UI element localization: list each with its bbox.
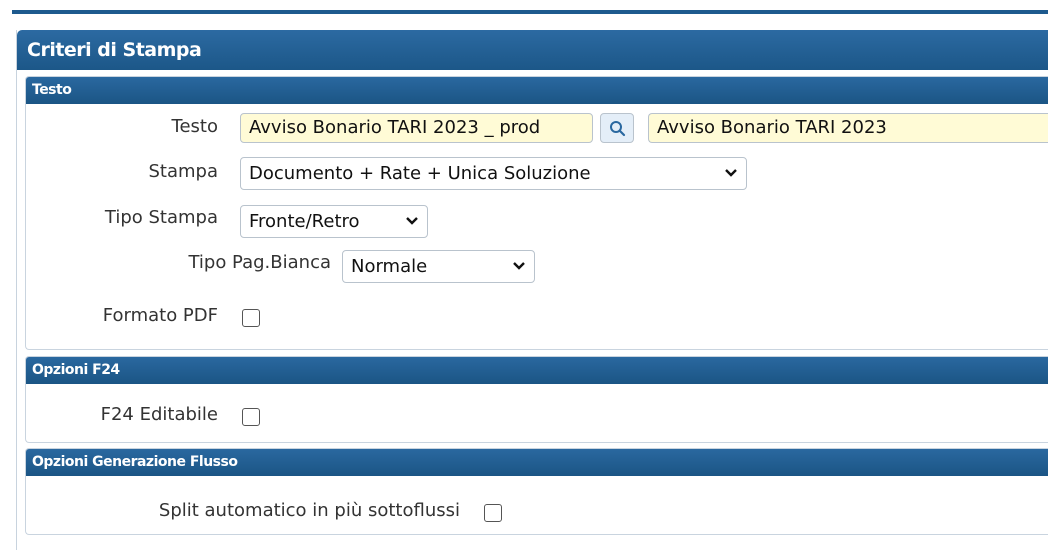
testo-description-input[interactable]: Avviso Bonario TARI 2023	[648, 113, 1048, 143]
chevron-down-icon	[725, 169, 737, 177]
tipo-pag-bianca-select[interactable]: Normale	[342, 250, 535, 283]
search-icon	[610, 121, 626, 137]
f24-editabile-checkbox[interactable]	[242, 408, 260, 426]
chevron-down-icon	[406, 217, 418, 225]
section-testo: Testo Testo Avviso Bonario TARI 2023 _ p…	[25, 76, 1048, 350]
stampa-label: Stampa	[148, 161, 218, 182]
testo-code-input[interactable]: Avviso Bonario TARI 2023 _ prod	[240, 113, 593, 143]
section-opzioni-generazione-flusso: Opzioni Generazione Flusso Split automat…	[25, 448, 1048, 535]
print-criteria-panel: Criteri di Stampa Testo Testo Avviso Bon…	[16, 30, 1048, 550]
top-border-line	[12, 10, 1048, 14]
panel-title: Criteri di Stampa	[17, 30, 1048, 70]
tipo-stampa-select-value: Fronte/Retro	[249, 211, 360, 232]
chevron-down-icon	[513, 262, 525, 270]
split-automatico-label: Split automatico in più sottoflussi	[158, 500, 460, 521]
tipo-stampa-select[interactable]: Fronte/Retro	[240, 205, 428, 238]
tipo-pag-bianca-select-value: Normale	[351, 256, 428, 277]
stampa-select[interactable]: Documento + Rate + Unica Soluzione	[240, 157, 747, 190]
section-flusso-header: Opzioni Generazione Flusso	[26, 449, 1048, 476]
section-f24-header: Opzioni F24	[26, 357, 1048, 384]
tipo-pag-bianca-label: Tipo Pag.Bianca	[188, 252, 331, 273]
testo-search-button[interactable]	[600, 113, 634, 143]
testo-label: Testo	[171, 116, 218, 137]
section-testo-header: Testo	[26, 77, 1048, 104]
formato-pdf-checkbox[interactable]	[242, 309, 260, 327]
f24-editabile-label: F24 Editabile	[100, 404, 218, 425]
split-automatico-checkbox[interactable]	[484, 504, 502, 522]
tipo-stampa-label: Tipo Stampa	[104, 207, 218, 228]
section-opzioni-f24: Opzioni F24 F24 Editabile	[25, 356, 1048, 443]
stampa-select-value: Documento + Rate + Unica Soluzione	[249, 163, 591, 184]
formato-pdf-label: Formato PDF	[102, 305, 218, 326]
